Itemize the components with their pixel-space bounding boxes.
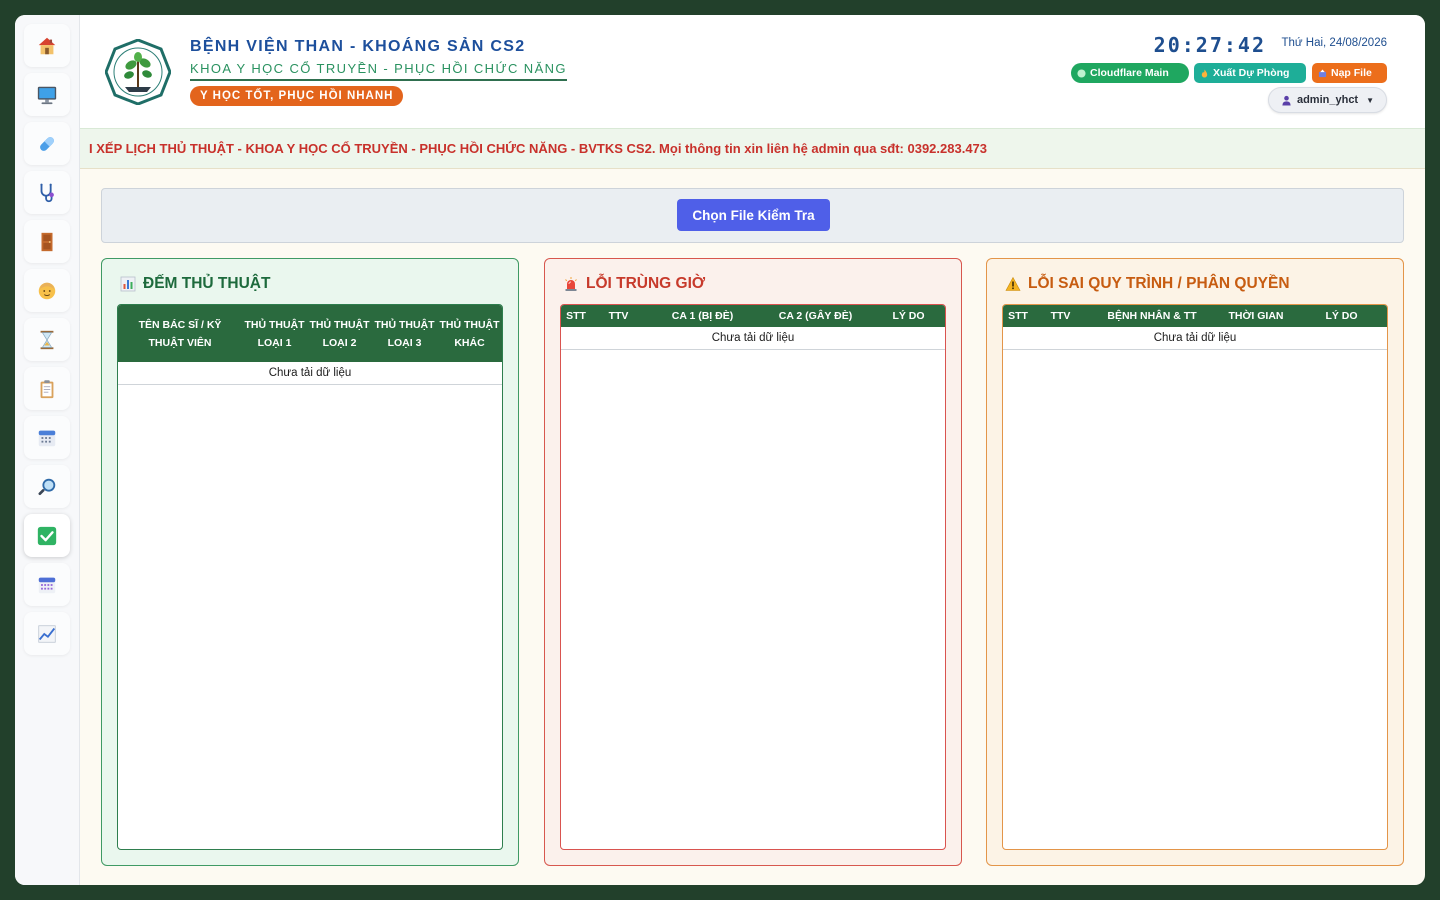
load-file-button[interactable]: Nạp File (1312, 63, 1387, 83)
table-row: Chưa tải dữ liệu (561, 327, 945, 350)
hospital-logo (105, 39, 171, 105)
person-icon (38, 282, 56, 299)
column-header[interactable]: THỦ THUẬT KHÁC (437, 305, 502, 362)
bar-chart-icon (120, 276, 136, 292)
empty-state: Chưa tải dữ liệu (118, 362, 502, 385)
home-icon (38, 37, 56, 54)
sidebar-item-records[interactable] (24, 367, 70, 410)
sidebar (15, 15, 80, 885)
hourglass-icon (40, 330, 54, 349)
load-file-label: Nạp File (1331, 67, 1372, 79)
sidebar-item-medicine[interactable] (24, 122, 70, 165)
column-header[interactable]: STT (561, 305, 591, 327)
process-error-panel: LỖI SAI QUY TRÌNH / PHÂN QUYỀN STT TTV B… (986, 258, 1404, 866)
warning-icon (1005, 276, 1021, 291)
sidebar-item-exam[interactable] (24, 171, 70, 214)
clock: 20:27:42 (1153, 33, 1266, 57)
door-icon (41, 232, 53, 251)
backup-export-label: Xuất Dự Phòng (1213, 67, 1290, 79)
cloudflare-main-button[interactable]: Cloudflare Main (1071, 63, 1189, 83)
user-icon (1282, 95, 1291, 106)
procedure-count-title-text: ĐẾM THỦ THUẬT (143, 275, 271, 292)
user-menu-button[interactable]: admin_yhct ▼ (1268, 87, 1387, 113)
monitor-icon (37, 86, 57, 104)
process-error-table: STT TTV BỆNH NHÂN & TT THỜI GIAN LÝ DO C… (1002, 304, 1388, 850)
column-header[interactable]: CA 2 (GÂY ĐÈ) (759, 305, 872, 327)
empty-state: Chưa tải dữ liệu (1003, 327, 1387, 350)
process-error-title-text: LỖI SAI QUY TRÌNH / PHÂN QUYỀN (1028, 275, 1290, 292)
column-header[interactable]: LÝ DO (1296, 305, 1387, 327)
sidebar-item-schedule[interactable] (24, 416, 70, 459)
file-toolbar: Chọn File Kiểm Tra (101, 188, 1404, 243)
sidebar-item-patients[interactable] (24, 269, 70, 312)
backup-export-button[interactable]: Xuất Dự Phòng (1194, 63, 1306, 83)
table-row: Chưa tải dữ liệu (1003, 327, 1387, 350)
upload-icon (1318, 68, 1327, 77)
column-header[interactable]: THỦ THUẬT LOẠI 2 (307, 305, 372, 362)
calendar-icon (38, 430, 56, 446)
sidebar-item-rooms[interactable] (24, 220, 70, 263)
chevron-down-icon: ▼ (1366, 95, 1375, 105)
table-row: Chưa tải dữ liệu (118, 362, 502, 385)
column-header[interactable]: CA 1 (BỊ ĐÈ) (646, 305, 759, 327)
column-header[interactable]: STT (1003, 305, 1033, 327)
stethoscope-icon (40, 183, 54, 202)
choose-check-file-button[interactable]: Chọn File Kiểm Tra (677, 199, 830, 231)
empty-state: Chưa tải dữ liệu (561, 327, 945, 350)
date: Thứ Hai, 24/08/2026 (1281, 37, 1387, 49)
column-header[interactable]: TTV (1033, 305, 1088, 327)
sidebar-item-home[interactable] (24, 24, 70, 67)
column-header[interactable]: THỜI GIAN (1216, 305, 1296, 327)
flame-icon (1201, 68, 1208, 78)
slogan-badge: Y HỌC TỐT, PHỤC HỒI NHANH (190, 86, 404, 106)
sidebar-item-search[interactable] (24, 465, 70, 508)
pill-icon (40, 136, 54, 151)
header: BỆNH VIỆN THAN - KHOÁNG SẢN CS2 KHOA Y H… (80, 15, 1425, 128)
check-icon (37, 526, 57, 545)
sidebar-item-calendar[interactable] (24, 563, 70, 606)
time-overlap-panel: LỖI TRÙNG GIỜ STT TTV CA 1 (BỊ ĐÈ) CA 2 … (544, 258, 962, 866)
column-header[interactable]: LÝ DO (872, 305, 945, 327)
column-header[interactable]: THỦ THUẬT LOẠI 1 (242, 305, 307, 362)
time-overlap-table: STT TTV CA 1 (BỊ ĐÈ) CA 2 (GÂY ĐÈ) LÝ DO… (560, 304, 946, 850)
sidebar-item-check[interactable] (24, 514, 70, 557)
username: admin_yhct (1296, 94, 1359, 106)
app-window: BỆNH VIỆN THAN - KHOÁNG SẢN CS2 KHOA Y H… (15, 15, 1425, 885)
procedure-count-table: TÊN BÁC SĨ / KỸ THUẬT VIÊN THỦ THUẬT LOẠ… (117, 304, 503, 850)
magnifier-icon (38, 478, 56, 495)
siren-icon (565, 277, 577, 291)
hospital-title: BỆNH VIỆN THAN - KHOÁNG SẢN CS2 (190, 38, 526, 55)
sidebar-item-monitor[interactable] (24, 73, 70, 116)
column-header[interactable]: TTV (591, 305, 646, 327)
column-header[interactable]: TÊN BÁC SĨ / KỸ THUẬT VIÊN (118, 305, 242, 362)
calendar-grid-icon (38, 577, 56, 593)
clipboard-icon (40, 379, 54, 398)
cloudflare-main-label: Cloudflare Main (1090, 67, 1169, 79)
announcement-marquee: I XẾP LỊCH THỦ THUẬT - KHOA Y HỌC CỔ TRU… (80, 128, 1425, 169)
sidebar-item-stats[interactable] (24, 612, 70, 655)
column-header[interactable]: THỦ THUẬT LOẠI 3 (372, 305, 437, 362)
chart-icon (38, 624, 56, 643)
status-dot-icon (1077, 68, 1086, 78)
sidebar-item-timer[interactable] (24, 318, 70, 361)
time-overlap-title-text: LỖI TRÙNG GIỜ (586, 275, 706, 292)
process-error-title: LỖI SAI QUY TRÌNH / PHÂN QUYỀN (1005, 275, 1290, 293)
department-subtitle: KHOA Y HỌC CỔ TRUYỀN - PHỤC HỒI CHỨC NĂN… (190, 61, 567, 81)
time-overlap-title: LỖI TRÙNG GIỜ (563, 275, 705, 293)
procedure-count-panel: ĐẾM THỦ THUẬT TÊN BÁC SĨ / KỸ THUẬT VIÊN… (101, 258, 519, 866)
procedure-count-title: ĐẾM THỦ THUẬT (120, 275, 270, 293)
column-header[interactable]: BỆNH NHÂN & TT (1088, 305, 1216, 327)
